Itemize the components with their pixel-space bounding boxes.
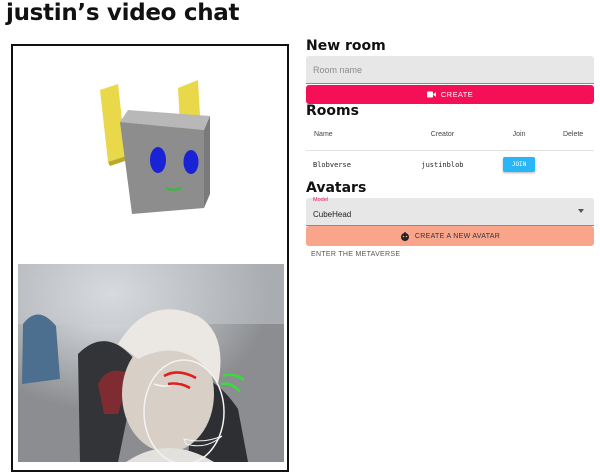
room-name-input[interactable] (306, 56, 594, 84)
column-header-delete: Delete (552, 119, 594, 151)
join-room-button[interactable]: JOIN (503, 157, 536, 173)
video-camera-icon (426, 91, 436, 98)
create-avatar-button[interactable]: CREATE A NEW AVATAR (306, 226, 594, 246)
column-header-join: Join (486, 119, 553, 151)
new-room-heading: New room (306, 38, 386, 54)
create-avatar-label: CREATE A NEW AVATAR (414, 232, 501, 240)
video-panel (11, 44, 289, 472)
create-room-label: CREATE (440, 90, 474, 99)
chevron-down-icon (578, 209, 584, 213)
table-row: Blobverse justinblob JOIN (306, 150, 594, 179)
room-join-cell: JOIN (486, 150, 552, 179)
page-title: justin’s video chat (6, 0, 240, 26)
model-select-value: CubeHead (313, 210, 352, 219)
create-room-button[interactable]: CREATE (306, 85, 594, 104)
webcam-video (18, 264, 284, 462)
model-select-label: Model (313, 197, 328, 203)
enter-metaverse-link[interactable]: ENTER THE METAVERSE (311, 251, 400, 258)
rooms-table: Name Creator Join Delete Blobverse justi… (306, 119, 594, 179)
column-header-name: Name (306, 119, 399, 151)
cube-head-avatar (100, 80, 210, 214)
avatars-heading: Avatars (306, 180, 367, 196)
room-delete-cell (552, 150, 594, 179)
robot-face-icon (400, 231, 409, 241)
rooms-heading: Rooms (306, 103, 359, 119)
rooms-header-row: Name Creator Join Delete (306, 119, 594, 151)
room-name-cell: Blobverse (313, 160, 351, 169)
model-select[interactable]: Model CubeHead (306, 197, 594, 226)
room-creator-cell: justinblob (421, 160, 464, 169)
column-header-creator: Creator (398, 119, 486, 151)
